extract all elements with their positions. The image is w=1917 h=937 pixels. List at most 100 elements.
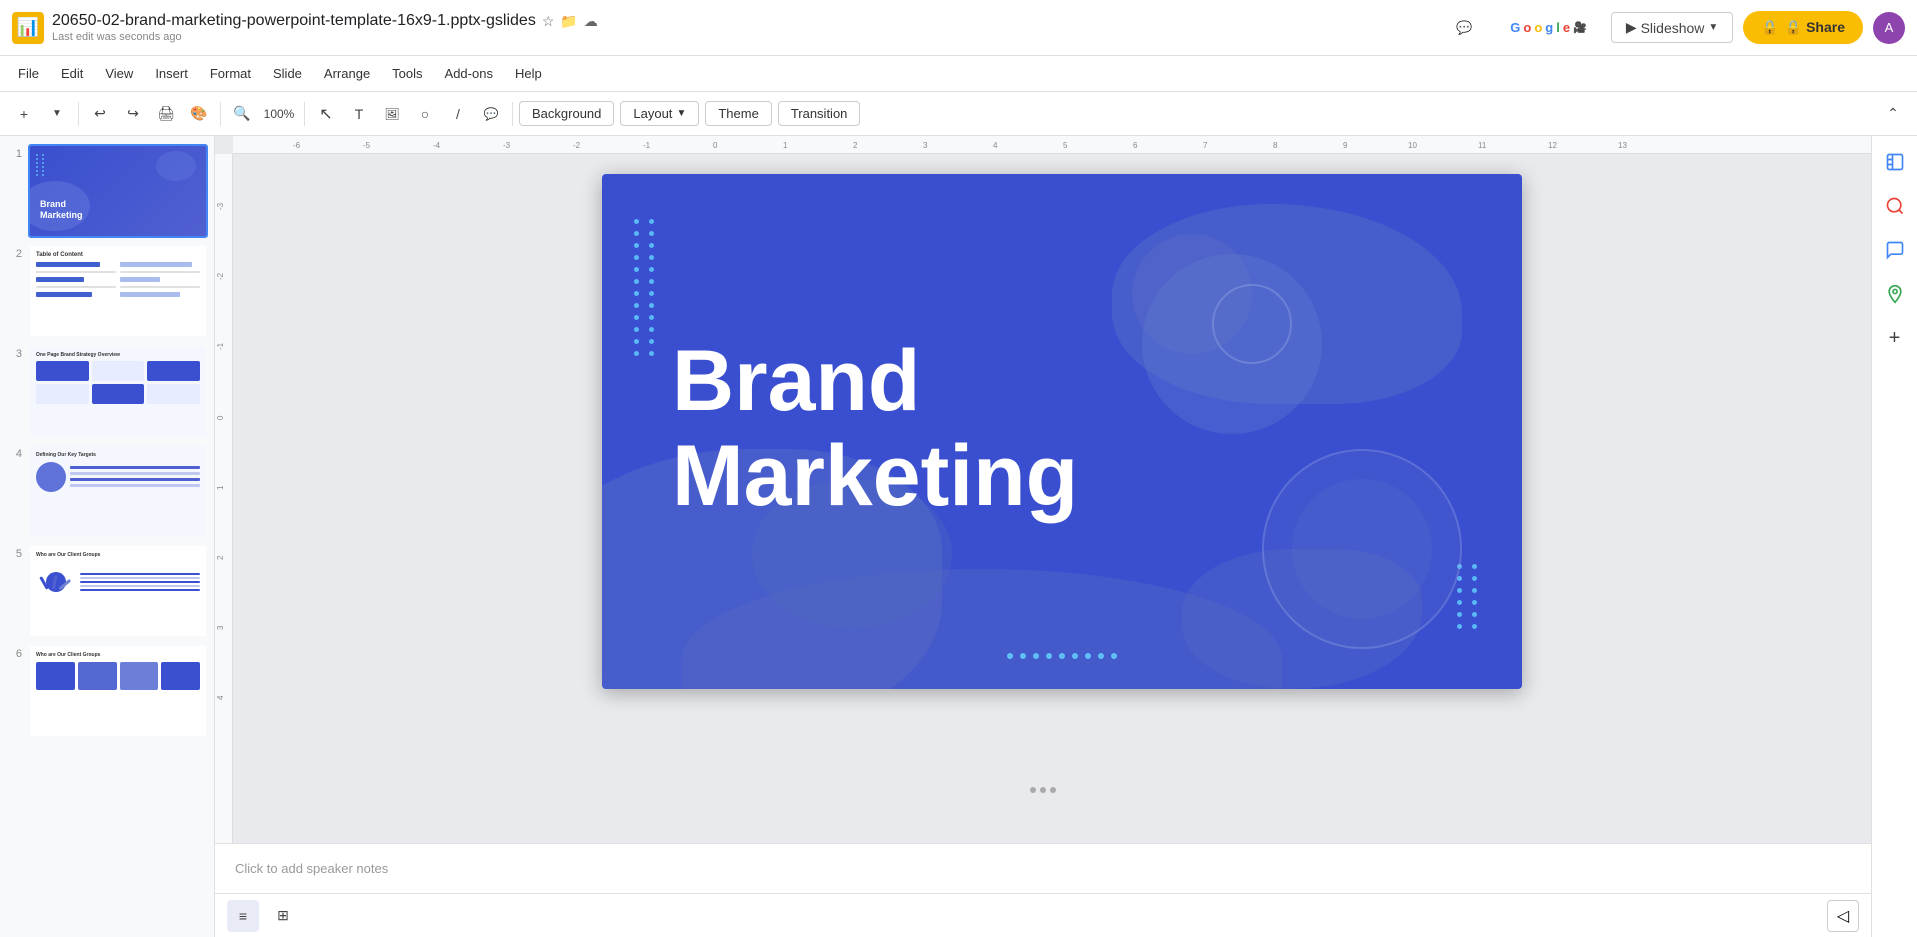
menu-addons[interactable]: Add-ons xyxy=(435,62,503,85)
menu-slide[interactable]: Slide xyxy=(263,62,312,85)
folder-icon[interactable]: 📁 xyxy=(560,13,577,30)
dots-bottom xyxy=(1007,653,1117,659)
menu-edit[interactable]: Edit xyxy=(51,62,93,85)
right-sidebar: + xyxy=(1871,136,1917,937)
svg-text:-3: -3 xyxy=(503,141,511,150)
background-button[interactable]: Background xyxy=(519,101,614,126)
last-edit: Last edit was seconds ago xyxy=(52,31,1434,43)
menu-file[interactable]: File xyxy=(8,62,49,85)
notes-area[interactable]: Click to add speaker notes xyxy=(215,843,1871,893)
svg-text:10: 10 xyxy=(1408,141,1417,150)
svg-text:0: 0 xyxy=(216,415,225,420)
svg-text:7: 7 xyxy=(1203,141,1208,150)
ruler-vertical: -3 -2 -1 0 1 2 3 4 xyxy=(215,154,233,843)
theme-button[interactable]: Theme xyxy=(705,101,771,126)
menu-view[interactable]: View xyxy=(95,62,143,85)
notes-placeholder[interactable]: Click to add speaker notes xyxy=(235,861,388,876)
zoom-out-button[interactable]: 🔍 xyxy=(226,98,258,130)
star-icon[interactable]: ☆ xyxy=(542,13,555,30)
grid-view-button[interactable]: ⊞ xyxy=(267,900,299,932)
slide-canvas[interactable]: Brand Marketing xyxy=(602,174,1522,689)
slide-thumb-2[interactable]: 2 Table of Content xyxy=(6,244,208,338)
add-button[interactable]: + xyxy=(8,98,40,130)
slide-main-title[interactable]: Brand Marketing xyxy=(672,334,1078,523)
add-sidebar-button[interactable]: + xyxy=(1877,320,1913,356)
title-bar: 📊 20650-02-brand-marketing-powerpoint-te… xyxy=(0,0,1917,56)
svg-text:11: 11 xyxy=(1478,141,1487,150)
slide-panel: 1 BrandMarketing xyxy=(0,136,215,937)
svg-text:3: 3 xyxy=(216,625,225,630)
slide-number-3: 3 xyxy=(6,344,22,360)
doc-title[interactable]: 20650-02-brand-marketing-powerpoint-temp… xyxy=(52,12,536,30)
sidebar-icon-4[interactable] xyxy=(1877,276,1913,312)
circle-bottomright-inner xyxy=(1292,479,1432,619)
expand-panel-button[interactable]: ◁ xyxy=(1827,900,1859,932)
slide-preview-3[interactable]: One Page Brand Strategy Overview xyxy=(28,344,208,438)
svg-text:-2: -2 xyxy=(216,272,225,280)
slide-number-6: 6 xyxy=(6,644,22,660)
slide-thumb-4[interactable]: 4 Defining Our Key Targets xyxy=(6,444,208,538)
menu-arrange[interactable]: Arrange xyxy=(314,62,380,85)
menu-tools[interactable]: Tools xyxy=(382,62,432,85)
avatar[interactable]: A xyxy=(1873,12,1905,44)
dots-topleft xyxy=(634,219,657,356)
select-tool[interactable]: ↖ xyxy=(310,98,342,130)
paint-format-button[interactable]: 🎨 xyxy=(183,98,215,130)
comment-tool[interactable]: 💬 xyxy=(475,98,507,130)
svg-text:1: 1 xyxy=(783,141,788,150)
svg-text:9: 9 xyxy=(1343,141,1348,150)
menu-insert[interactable]: Insert xyxy=(145,62,198,85)
svg-text:1: 1 xyxy=(216,485,225,490)
slide-preview-4[interactable]: Defining Our Key Targets xyxy=(28,444,208,538)
add-dropdown[interactable]: ▼ xyxy=(41,98,73,130)
slide-thumb-6[interactable]: 6 Who are Our Client Groups xyxy=(6,644,208,738)
text-tool[interactable]: T xyxy=(343,98,375,130)
slide-preview-2[interactable]: Table of Content xyxy=(28,244,208,338)
slide-thumb-1[interactable]: 1 BrandMarketing xyxy=(6,144,208,238)
slide-thumb-5[interactable]: 5 Who are Our Client Groups xyxy=(6,544,208,638)
svg-text:8: 8 xyxy=(1273,141,1278,150)
slide-number-5: 5 xyxy=(6,544,22,560)
separator2 xyxy=(220,102,221,126)
svg-text:4: 4 xyxy=(993,141,998,150)
slide-number-4: 4 xyxy=(6,444,22,460)
menu-bar: File Edit View Insert Format Slide Arran… xyxy=(0,56,1917,92)
slideshow-button[interactable]: ▶ Slideshow ▼ xyxy=(1611,12,1734,43)
line-tool[interactable]: / xyxy=(442,98,474,130)
play-icon: ▶ xyxy=(1626,19,1637,36)
redo-button[interactable]: ↪ xyxy=(117,98,149,130)
layout-button[interactable]: Layout ▼ xyxy=(620,101,699,126)
collapse-toolbar-button[interactable]: ⌃ xyxy=(1877,98,1909,130)
svg-text:12: 12 xyxy=(1548,141,1557,150)
comment-button[interactable]: 💬 xyxy=(1442,14,1486,42)
sidebar-icon-3[interactable] xyxy=(1877,232,1913,268)
separator4 xyxy=(512,102,513,126)
slide-preview-6[interactable]: Who are Our Client Groups xyxy=(28,644,208,738)
slide-preview-5[interactable]: Who are Our Client Groups xyxy=(28,544,208,638)
cloud-icon[interactable]: ☁ xyxy=(584,13,598,30)
separator3 xyxy=(304,102,305,126)
svg-text:-3: -3 xyxy=(216,202,225,210)
shape-tool[interactable]: ○ xyxy=(409,98,441,130)
menu-help[interactable]: Help xyxy=(505,62,552,85)
undo-button[interactable]: ↩ xyxy=(84,98,116,130)
svg-text:6: 6 xyxy=(1133,141,1138,150)
canvas-wrapper[interactable]: -6-5 -4-3 -2-1 01 23 45 67 89 1011 1213 xyxy=(215,136,1871,843)
filmstrip-view-button[interactable]: ≡ xyxy=(227,900,259,932)
slide-preview-1[interactable]: BrandMarketing xyxy=(28,144,208,238)
slide-title-line1: Brand xyxy=(672,334,1078,429)
transition-button[interactable]: Transition xyxy=(778,101,861,126)
slide-title-line2: Marketing xyxy=(672,429,1078,524)
svg-text:-1: -1 xyxy=(643,141,651,150)
slide-thumb-3[interactable]: 3 One Page Brand Strategy Overview xyxy=(6,344,208,438)
separator xyxy=(78,102,79,126)
print-button[interactable]: 🖨 xyxy=(150,98,182,130)
sidebar-icon-2[interactable] xyxy=(1877,188,1913,224)
zoom-display[interactable]: 100% xyxy=(259,98,299,130)
image-tool[interactable]: 🖼 xyxy=(376,98,408,130)
share-button[interactable]: 🔒 🔒 Share xyxy=(1743,11,1863,44)
meet-button[interactable]: G o o g l e 🎥 xyxy=(1496,14,1601,41)
menu-format[interactable]: Format xyxy=(200,62,261,85)
sidebar-icon-1[interactable] xyxy=(1877,144,1913,180)
resize-handle[interactable] xyxy=(1030,787,1056,793)
